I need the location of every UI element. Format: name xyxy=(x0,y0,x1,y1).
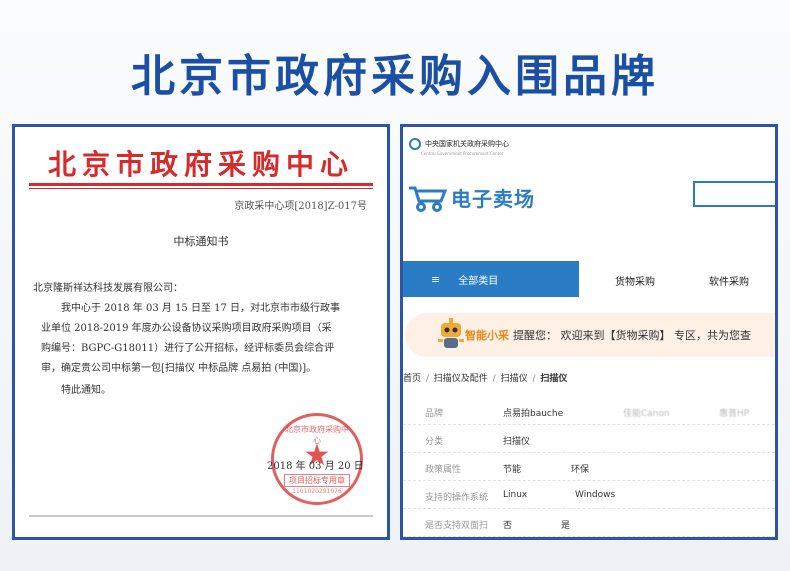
breadcrumb-home[interactable]: 首页 xyxy=(403,374,421,384)
header-rule xyxy=(29,183,373,186)
breadcrumb: 首页 / 扫描仪及配件 / 扫描仪 / 扫描仪 xyxy=(403,371,567,384)
filter-label: 分类 xyxy=(425,437,444,447)
filter-row-os: 支持的操作系统 Linux Windows xyxy=(403,481,775,509)
assistant-brand: 智能小采 xyxy=(465,329,509,342)
filter-option-energy[interactable]: 节能 xyxy=(503,462,521,475)
header-rule-thin xyxy=(29,188,373,189)
filter-option-scanner[interactable]: 扫描仪 xyxy=(503,434,530,447)
nav-software-procurement[interactable]: 软件采购 xyxy=(709,273,749,288)
mall-topbar: 中央国家机关政府采购中心 xyxy=(403,137,509,151)
assistant-notice: 智能小采 提醒您： 欢迎来到【货物采购】 专区，共为您查 xyxy=(405,313,775,357)
breadcrumb-item[interactable]: 扫描仪及配件 xyxy=(434,374,488,384)
filter-row-policy: 政策属性 节能 环保 xyxy=(403,453,775,481)
notice-addressee: 北京隆斯祥达科技发展有限公司： xyxy=(33,283,183,294)
page-title: 北京市政府采购入围品牌 xyxy=(131,51,659,102)
seal-number: 1101020291076 xyxy=(292,488,342,495)
assistant-message: 提醒您： 欢迎来到【货物采购】 专区，共为您查 xyxy=(513,329,751,342)
mall-org-name-en: Central Government Procurement Center xyxy=(421,151,504,156)
filter-option-canon[interactable]: 佳能Canon xyxy=(623,406,670,419)
filter-option-eco[interactable]: 环保 xyxy=(571,462,589,475)
filter-label: 品牌 xyxy=(425,409,444,419)
filter-label: 支持的操作系统 xyxy=(425,493,489,503)
notice-date: 2018 年 03 月 20 日 xyxy=(267,461,364,472)
filter-row-category: 分类 扫描仪 xyxy=(403,425,775,453)
notice-line: 审，确定贵公司中标第一包[扫描仪 中标品牌 点易拍 (中国)]。 xyxy=(41,363,317,374)
emblem-icon xyxy=(409,138,421,150)
cart-icon xyxy=(407,185,448,212)
mall-nav: ≡ 全部类目 货物采购 软件采购 xyxy=(403,261,775,297)
filter-option-bauche[interactable]: 点易拍bauche xyxy=(503,406,563,419)
filter-label: 是否支持双面扫 xyxy=(425,521,489,531)
award-notice-panel: 北京市政府采购中心 京政采中心项[2018]Z-017号 中标通知书 北京隆斯祥… xyxy=(12,124,390,540)
search-input[interactable] xyxy=(693,181,775,207)
breadcrumb-current: 扫描仪 xyxy=(540,374,568,384)
filter-label: 政策属性 xyxy=(425,465,462,475)
notice-header: 北京市政府采购中心 xyxy=(47,148,354,181)
all-categories-button[interactable]: ≡ 全部类目 xyxy=(403,261,579,297)
notice-line: 购编号：BGPC-G18011）进行了公开招标，经评标委员会综合评 xyxy=(41,343,335,354)
mall-org-name: 中央国家机关政府采购中心 xyxy=(425,140,509,148)
breadcrumb-separator: / xyxy=(529,374,539,384)
all-categories-label: 全部类目 xyxy=(458,275,499,287)
mall-logo[interactable]: 电子卖场 xyxy=(407,183,535,212)
notice-subtitle: 中标通知书 xyxy=(173,235,229,248)
robot-icon xyxy=(437,317,465,351)
menu-icon: ≡ xyxy=(431,272,441,286)
filter-option-linux[interactable]: Linux xyxy=(503,490,527,500)
filter-option-windows[interactable]: Windows xyxy=(575,490,615,500)
breadcrumb-separator: / xyxy=(423,374,432,384)
notice-line: 业单位 2018-2019 年度办公设备协议采购项目政府采购项目（采 xyxy=(41,323,332,334)
filter-row-brand: 品牌 点易拍bauche 佳能Canon 惠普HP xyxy=(403,397,775,425)
filter-option-no[interactable]: 否 xyxy=(503,518,512,531)
filter-table: 品牌 点易拍bauche 佳能Canon 惠普HP 分类 扫描仪 政策属性 节能… xyxy=(403,397,775,537)
footer-rule xyxy=(29,515,373,517)
seal-band-text: 项目招标专用章 xyxy=(284,474,350,487)
breadcrumb-item[interactable]: 扫描仪 xyxy=(501,374,528,384)
mall-logo-text: 电子卖场 xyxy=(451,187,535,211)
filter-row-duplex: 是否支持双面扫 否 是 xyxy=(403,509,775,537)
nav-goods-procurement[interactable]: 货物采购 xyxy=(615,273,655,288)
emall-panel: 中央国家机关政府采购中心 Central Government Procurem… xyxy=(400,124,778,540)
notice-line: 我中心于 2018 年 03 月 15 日至 17 日，对北京市市级行政事 xyxy=(61,303,341,314)
notice-body: 北京隆斯祥达科技发展有限公司： 我中心于 2018 年 03 月 15 日至 1… xyxy=(33,279,371,401)
notice-closing: 特此通知。 xyxy=(61,385,111,396)
filter-option-yes[interactable]: 是 xyxy=(561,518,570,531)
filter-option-hp[interactable]: 惠普HP xyxy=(719,406,749,419)
breadcrumb-separator: / xyxy=(489,374,499,384)
notice-reference: 京政采中心项[2018]Z-017号 xyxy=(234,201,367,212)
